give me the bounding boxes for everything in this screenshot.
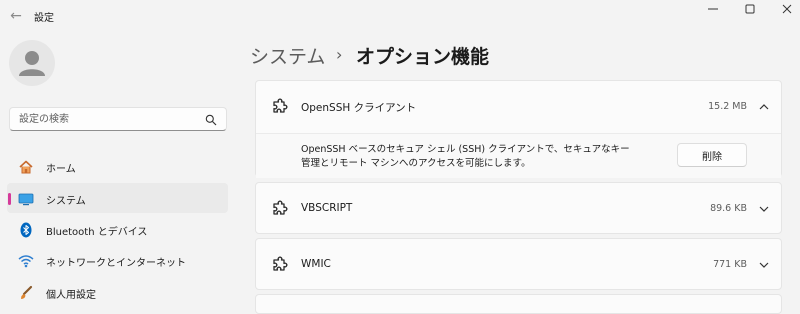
sidebar-item-label: 個人用設定 — [46, 290, 96, 301]
bluetooth-icon — [20, 222, 32, 238]
title-bar: ← 設定 — [0, 0, 800, 32]
puzzle-icon — [273, 200, 288, 215]
sidebar-item-system[interactable]: システム — [7, 183, 228, 213]
search-box[interactable] — [9, 107, 227, 131]
page-title: オプション機能 — [356, 46, 490, 68]
feature-detail-openssh: OpenSSH ベースのセキュア シェル (SSH) クライアントで、セキュアな… — [256, 133, 781, 178]
maximize-icon — [745, 4, 755, 14]
home-icon — [19, 160, 33, 174]
feature-card-openssh: OpenSSH クライアント 15.2 MB OpenSSH ベースのセキュア … — [255, 80, 782, 178]
breadcrumb-separator: › — [336, 45, 343, 64]
minimize-icon — [708, 8, 718, 10]
search-input[interactable] — [19, 111, 199, 127]
arrow-left-icon: ← — [10, 8, 22, 24]
avatar[interactable] — [9, 40, 55, 86]
wifi-icon — [18, 255, 34, 268]
back-button[interactable]: ← — [6, 8, 26, 24]
chevron-up-icon[interactable] — [758, 101, 770, 113]
sidebar-item-bluetooth[interactable]: Bluetooth とデバイス — [7, 214, 228, 244]
sidebar-item-network[interactable]: ネットワークとインターネット — [7, 245, 228, 275]
puzzle-icon — [273, 256, 288, 271]
feature-size: 15.2 MB — [708, 101, 747, 112]
brush-icon — [21, 285, 33, 299]
sidebar-item-label: ネットワークとインターネット — [46, 258, 186, 269]
sidebar-item-home[interactable]: ホーム — [7, 151, 228, 181]
user-icon — [19, 51, 45, 76]
sidebar-item-label: Bluetooth とデバイス — [46, 227, 148, 238]
puzzle-icon — [273, 98, 288, 113]
close-button[interactable] — [764, 0, 800, 18]
app-title: 設定 — [34, 13, 54, 24]
sidebar-item-personalization[interactable]: 個人用設定 — [7, 277, 228, 307]
chevron-down-icon[interactable] — [758, 203, 770, 215]
chevron-down-icon[interactable] — [758, 259, 770, 271]
selection-indicator — [8, 193, 11, 205]
breadcrumb-parent[interactable]: システム — [250, 42, 325, 69]
feature-name: WMIC — [301, 258, 331, 270]
feature-size: 771 KB — [713, 259, 747, 270]
monitor-icon — [18, 193, 34, 206]
feature-size: 89.6 KB — [710, 203, 747, 214]
feature-header-openssh[interactable]: OpenSSH クライアント 15.2 MB — [256, 81, 781, 133]
search-icon[interactable] — [205, 114, 217, 126]
feature-header-vbscript[interactable]: VBSCRIPT 89.6 KB — [256, 183, 781, 235]
feature-description: OpenSSH ベースのセキュア シェル (SSH) クライアントで、セキュアな… — [301, 144, 630, 169]
feature-name: OpenSSH クライアント — [301, 102, 417, 114]
close-icon — [782, 4, 792, 14]
feature-name: VBSCRIPT — [301, 202, 353, 214]
feature-card-wmic: WMIC 771 KB — [255, 238, 782, 290]
sidebar-item-label: システム — [46, 196, 86, 207]
remove-button[interactable]: 削除 — [677, 143, 747, 167]
feature-header-wmic[interactable]: WMIC 771 KB — [256, 239, 781, 291]
feature-card-vbscript: VBSCRIPT 89.6 KB — [255, 182, 782, 234]
sidebar-item-label: ホーム — [46, 164, 76, 175]
feature-card-partial — [255, 294, 782, 314]
